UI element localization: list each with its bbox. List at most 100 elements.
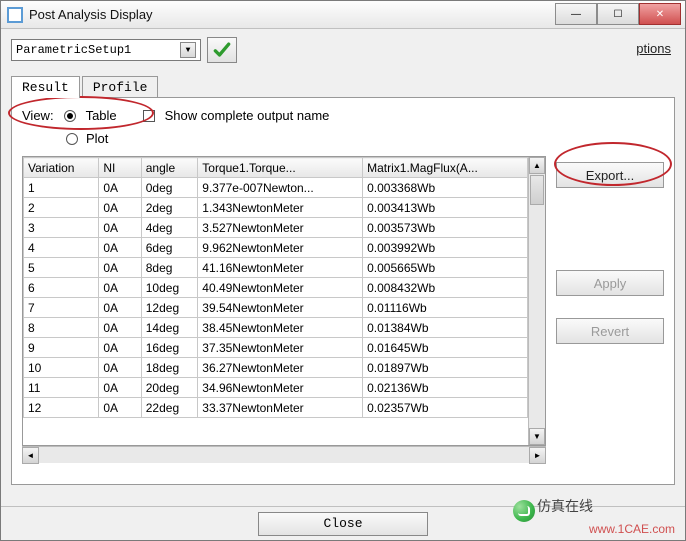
cell-variation: 1 xyxy=(24,178,99,198)
table-row[interactable]: 100A18deg36.27NewtonMeter0.01897Wb xyxy=(24,358,528,378)
scroll-left-icon[interactable]: ◄ xyxy=(22,447,39,464)
view-row: View: Table Show complete output name xyxy=(22,108,546,123)
cell-flux: 0.003992Wb xyxy=(363,238,528,258)
cell-variation: 2 xyxy=(24,198,99,218)
cell-flux: 0.02136Wb xyxy=(363,378,528,398)
scroll-right-icon[interactable]: ► xyxy=(529,447,546,464)
tab-panel-result: View: Table Show complete output name Pl… xyxy=(11,97,675,485)
cell-angle: 22deg xyxy=(141,398,198,418)
cell-ni: 0A xyxy=(99,278,141,298)
table-row[interactable]: 60A10deg40.49NewtonMeter0.008432Wb xyxy=(24,278,528,298)
export-button[interactable]: Export... xyxy=(556,162,664,188)
cell-flux: 0.01897Wb xyxy=(363,358,528,378)
options-link[interactable]: ptions xyxy=(636,41,671,56)
scroll-thumb[interactable] xyxy=(530,175,544,205)
plot-row: Plot xyxy=(66,131,546,146)
cell-ni: 0A xyxy=(99,298,141,318)
cell-ni: 0A xyxy=(99,398,141,418)
close-window-button[interactable]: ✕ xyxy=(639,3,681,25)
cell-ni: 0A xyxy=(99,378,141,398)
cell-flux: 0.003368Wb xyxy=(363,178,528,198)
cell-ni: 0A xyxy=(99,318,141,338)
table-row[interactable]: 40A6deg9.962NewtonMeter0.003992Wb xyxy=(24,238,528,258)
table-row[interactable]: 70A12deg39.54NewtonMeter0.01116Wb xyxy=(24,298,528,318)
scroll-up-icon[interactable]: ▲ xyxy=(529,157,545,174)
checkbox-show-complete-label: Show complete output name xyxy=(165,108,330,123)
table-row[interactable]: 50A8deg41.16NewtonMeter0.005665Wb xyxy=(24,258,528,278)
revert-button[interactable]: Revert xyxy=(556,318,664,344)
radio-plot[interactable] xyxy=(66,133,78,145)
cell-flux: 0.008432Wb xyxy=(363,278,528,298)
maximize-button[interactable]: ☐ xyxy=(597,3,639,25)
col-ni[interactable]: NI xyxy=(99,158,141,178)
watermark-brand: 仿真在线 xyxy=(537,496,593,516)
cell-flux: 0.003413Wb xyxy=(363,198,528,218)
results-table: Variation NI angle Torque1.Torque... Mat… xyxy=(23,157,528,418)
tab-profile[interactable]: Profile xyxy=(82,76,159,98)
cell-torque: 9.377e-007Newton... xyxy=(198,178,363,198)
radio-plot-label: Plot xyxy=(86,131,108,146)
cell-flux: 0.01384Wb xyxy=(363,318,528,338)
chevron-down-icon: ▼ xyxy=(180,42,196,58)
cell-torque: 33.37NewtonMeter xyxy=(198,398,363,418)
cell-angle: 6deg xyxy=(141,238,198,258)
window-controls: — ☐ ✕ xyxy=(555,3,681,25)
cell-torque: 39.54NewtonMeter xyxy=(198,298,363,318)
titlebar: Post Analysis Display — ☐ ✕ xyxy=(1,1,685,29)
cell-angle: 18deg xyxy=(141,358,198,378)
cell-variation: 9 xyxy=(24,338,99,358)
scroll-down-icon[interactable]: ▼ xyxy=(529,428,545,445)
data-grid[interactable]: Variation NI angle Torque1.Torque... Mat… xyxy=(23,157,528,445)
cell-variation: 11 xyxy=(24,378,99,398)
cell-angle: 4deg xyxy=(141,218,198,238)
cell-ni: 0A xyxy=(99,238,141,258)
setup-dropdown[interactable]: ParametricSetup1 ▼ xyxy=(11,39,201,61)
cell-torque: 37.35NewtonMeter xyxy=(198,338,363,358)
cell-torque: 9.962NewtonMeter xyxy=(198,238,363,258)
cell-angle: 10deg xyxy=(141,278,198,298)
table-row[interactable]: 80A14deg38.45NewtonMeter0.01384Wb xyxy=(24,318,528,338)
col-flux[interactable]: Matrix1.MagFlux(A... xyxy=(363,158,528,178)
cell-torque: 36.27NewtonMeter xyxy=(198,358,363,378)
watermark-logo-icon xyxy=(513,500,535,522)
tab-result[interactable]: Result xyxy=(11,76,80,98)
apply-button[interactable]: Apply xyxy=(556,270,664,296)
table-row[interactable]: 30A4deg3.527NewtonMeter0.003573Wb xyxy=(24,218,528,238)
cell-torque: 1.343NewtonMeter xyxy=(198,198,363,218)
top-row: ParametricSetup1 ▼ xyxy=(11,37,675,63)
validate-button[interactable] xyxy=(207,37,237,63)
right-column: Export... Apply Revert xyxy=(556,108,664,474)
horizontal-scrollbar[interactable]: ◄ ► xyxy=(22,446,546,463)
app-icon xyxy=(7,7,23,23)
table-row[interactable]: 110A20deg34.96NewtonMeter0.02136Wb xyxy=(24,378,528,398)
cell-ni: 0A xyxy=(99,338,141,358)
table-row[interactable]: 120A22deg33.37NewtonMeter0.02357Wb xyxy=(24,398,528,418)
table-row[interactable]: 90A16deg37.35NewtonMeter0.01645Wb xyxy=(24,338,528,358)
table-row[interactable]: 20A2deg1.343NewtonMeter0.003413Wb xyxy=(24,198,528,218)
radio-table[interactable] xyxy=(64,110,76,122)
cell-torque: 41.16NewtonMeter xyxy=(198,258,363,278)
table-row[interactable]: 10A0deg9.377e-007Newton...0.003368Wb xyxy=(24,178,528,198)
cell-variation: 3 xyxy=(24,218,99,238)
tab-strip: Result Profile xyxy=(11,75,675,97)
cell-flux: 0.003573Wb xyxy=(363,218,528,238)
checkbox-show-complete[interactable] xyxy=(143,110,155,122)
col-torque[interactable]: Torque1.Torque... xyxy=(198,158,363,178)
cell-ni: 0A xyxy=(99,178,141,198)
cell-variation: 7 xyxy=(24,298,99,318)
cell-variation: 5 xyxy=(24,258,99,278)
cell-torque: 3.527NewtonMeter xyxy=(198,218,363,238)
window-root: Post Analysis Display — ☐ ✕ ParametricSe… xyxy=(0,0,686,541)
cell-variation: 6 xyxy=(24,278,99,298)
minimize-button[interactable]: — xyxy=(555,3,597,25)
cell-flux: 0.01116Wb xyxy=(363,298,528,318)
close-button[interactable]: Close xyxy=(258,512,428,536)
col-variation[interactable]: Variation xyxy=(24,158,99,178)
cell-angle: 0deg xyxy=(141,178,198,198)
cell-angle: 8deg xyxy=(141,258,198,278)
data-grid-container: Variation NI angle Torque1.Torque... Mat… xyxy=(22,156,546,446)
col-angle[interactable]: angle xyxy=(141,158,198,178)
vertical-scrollbar[interactable]: ▲ ▼ xyxy=(528,157,545,445)
cell-torque: 38.45NewtonMeter xyxy=(198,318,363,338)
cell-flux: 0.005665Wb xyxy=(363,258,528,278)
